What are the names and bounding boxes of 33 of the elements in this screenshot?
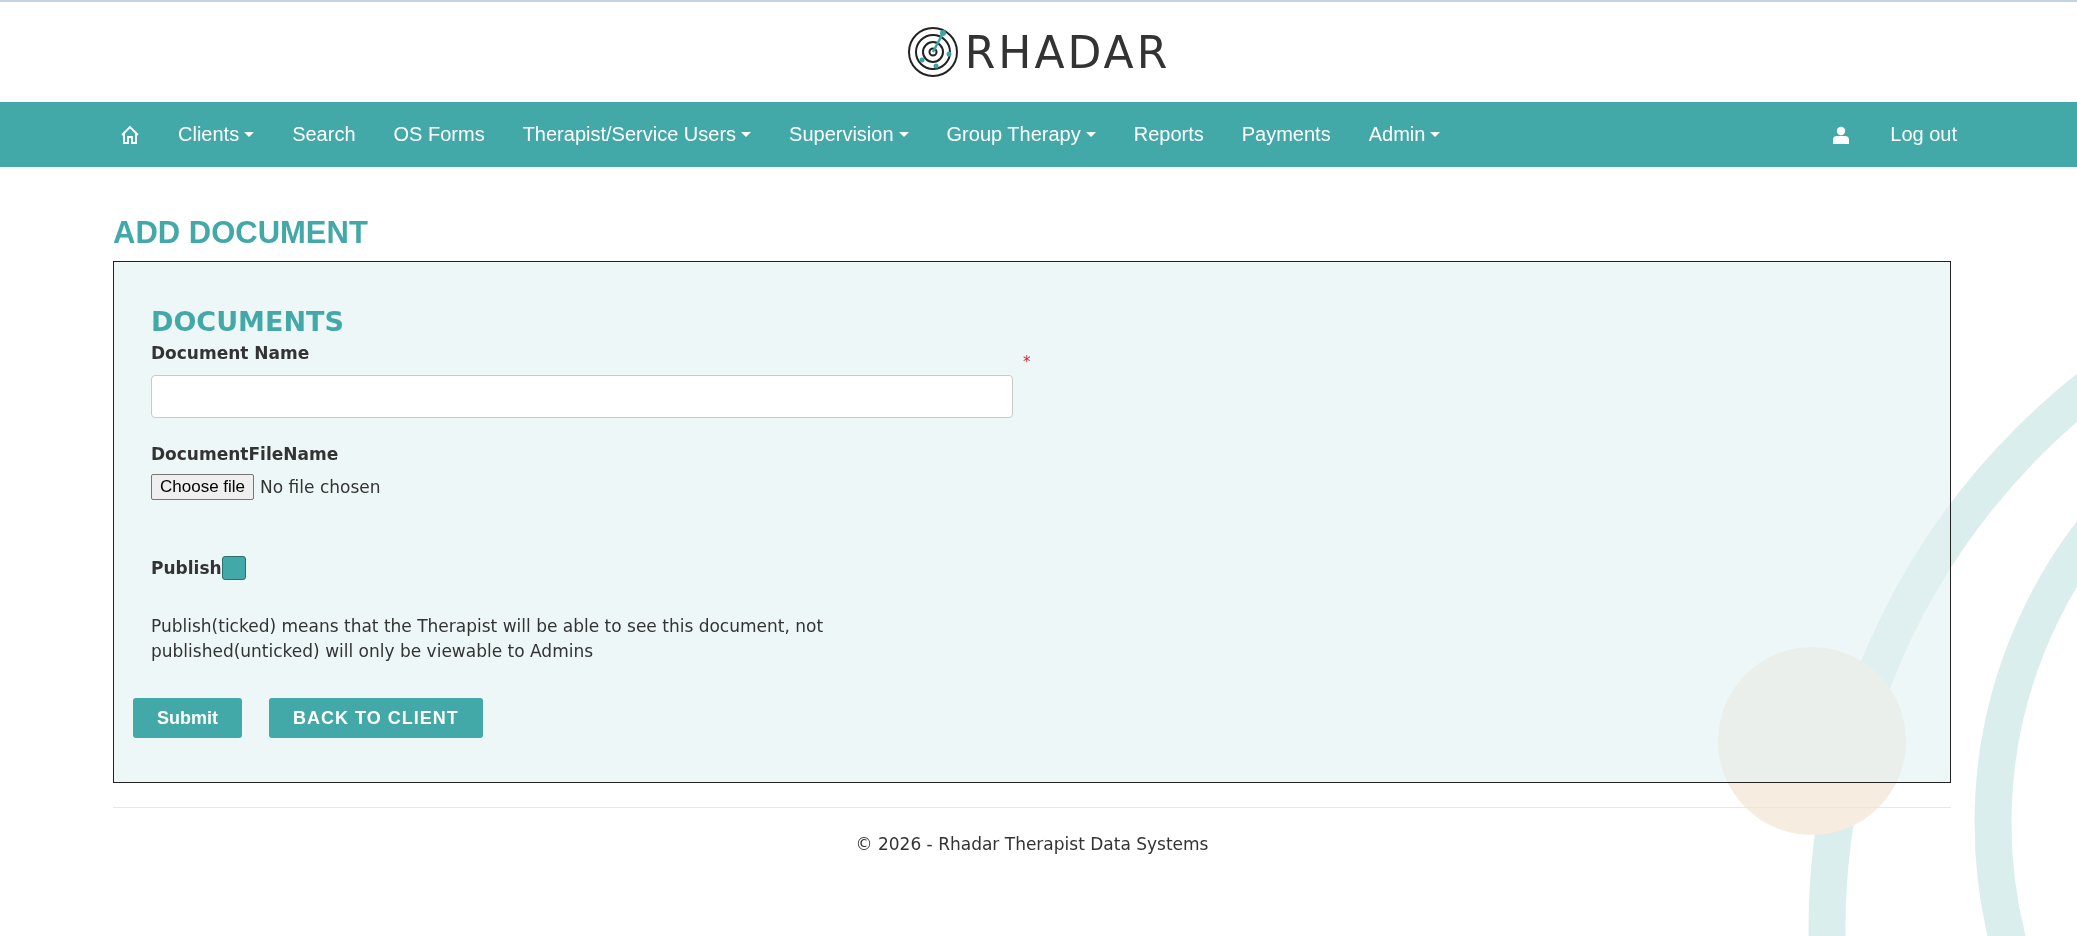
nav-link[interactable]: Admin [1368, 123, 1441, 146]
nav-link[interactable]: Therapist/Service Users [522, 123, 752, 146]
nav-link[interactable]: OS Forms [393, 123, 485, 146]
logo-text: RHADAR [964, 26, 1171, 78]
nav-link[interactable]: Supervision [789, 123, 909, 146]
nav-link[interactable]: Search [292, 123, 356, 146]
caret-icon [1430, 132, 1441, 137]
field-label: DocumentFileName [151, 444, 340, 464]
caret-icon [741, 132, 752, 137]
field-label: Document Name [151, 343, 311, 363]
radar-logo-icon [906, 26, 959, 78]
caret-icon [1085, 132, 1096, 137]
page-title: ADD DOCUMENT [113, 215, 369, 251]
logout-link[interactable]: Log out [1890, 123, 1957, 146]
nav-link[interactable]: Group Therapy [946, 123, 1096, 146]
caret-icon [244, 132, 255, 137]
back-button[interactable]: BACK TO CLIENT [269, 698, 483, 738]
home-icon[interactable] [120, 124, 140, 145]
file-status: No file chosen [260, 477, 381, 497]
required-mark: * [1023, 353, 1031, 371]
checkbox-label: Publish [151, 558, 222, 578]
footer-text: © 2026 - Rhadar Therapist Data Systems [854, 834, 1210, 854]
nav-link[interactable]: Clients [178, 123, 255, 146]
user-icon[interactable] [1832, 125, 1851, 144]
help-text: Publish(ticked) means that the Therapist will be able to see this document, not published(unticked) will only be viewable to Admins [151, 615, 825, 663]
publish-checkbox[interactable] [221, 556, 246, 580]
document-name-field[interactable] [151, 375, 1013, 418]
nav-link[interactable]: Payments [1241, 123, 1331, 146]
choose-file-button[interactable]: Choose file [151, 474, 255, 500]
submit-button[interactable]: Submit [133, 698, 242, 738]
caret-icon [898, 132, 909, 137]
nav-link[interactable]: Reports [1133, 123, 1204, 146]
section-heading: DOCUMENTS [151, 306, 345, 337]
